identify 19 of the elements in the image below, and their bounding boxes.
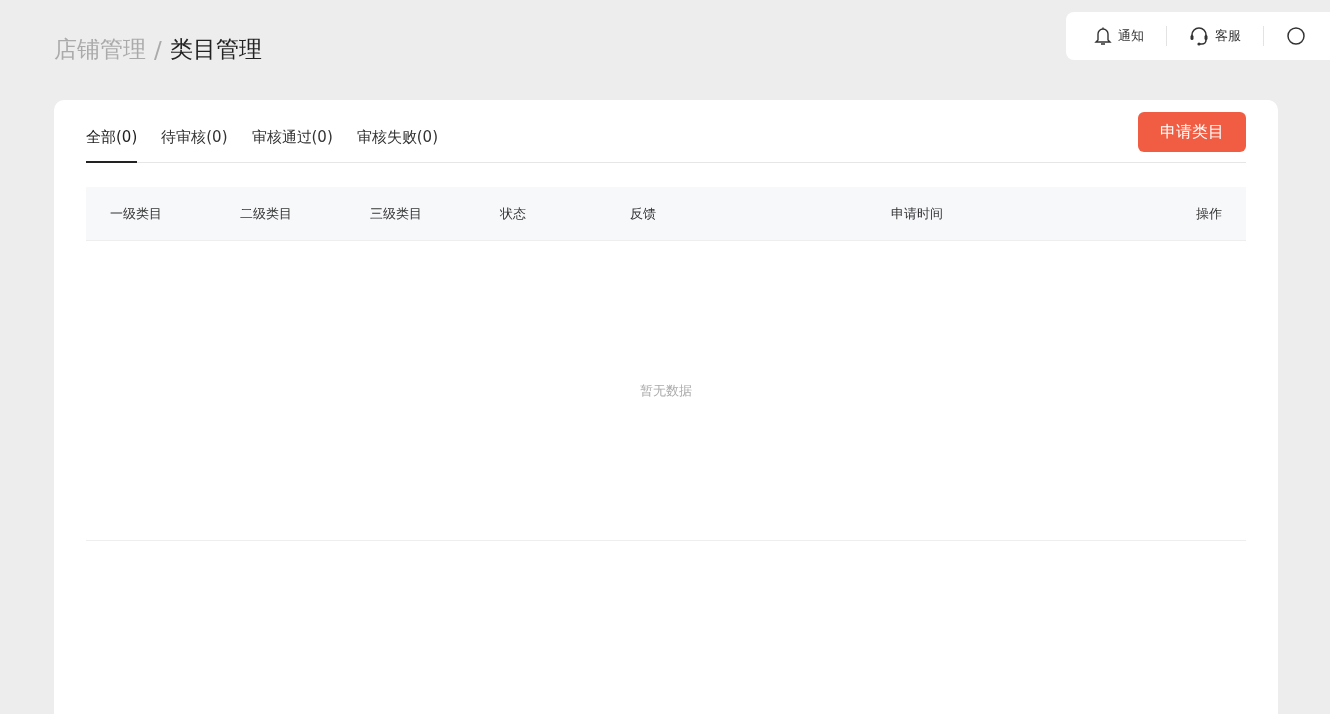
page-title: 类目管理	[169, 35, 262, 64]
headset-icon	[1189, 26, 1209, 46]
empty-message: 暂无数据	[640, 381, 692, 400]
filter-tab[interactable]: 审核通过(0)	[251, 127, 333, 163]
column-header: 三级类目	[369, 204, 423, 223]
column-header: 二级类目	[239, 204, 293, 223]
filter-tab[interactable]: 待审核(0)	[161, 127, 228, 163]
filter-tab[interactable]: 全部(0)	[86, 127, 138, 163]
toolbar-link[interactable]: 客服	[1215, 27, 1241, 45]
column-header: 一级类目	[109, 204, 163, 223]
column-header: 反馈	[629, 204, 657, 223]
bell-icon	[1094, 26, 1112, 46]
breadcrumb-separator: /	[154, 36, 162, 63]
column-header: 申请时间	[890, 204, 944, 223]
toolbar-link[interactable]: 通知	[1118, 27, 1144, 45]
circle-icon	[1286, 26, 1306, 46]
column-header: 状态	[499, 204, 527, 223]
column-header: 操作	[1195, 204, 1223, 223]
filter-tab[interactable]: 审核失败(0)	[356, 127, 438, 163]
